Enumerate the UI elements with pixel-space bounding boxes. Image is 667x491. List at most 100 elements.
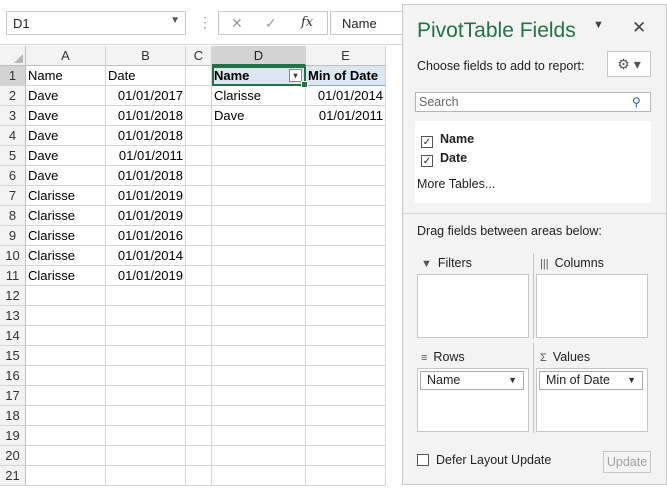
row-header-12[interactable]: 12	[0, 286, 26, 306]
cell-d4[interactable]	[212, 126, 306, 146]
row-header-11[interactable]: 11	[0, 266, 26, 286]
cell-b21[interactable]	[106, 466, 186, 486]
row-header-8[interactable]: 8	[0, 206, 26, 226]
cell-c14[interactable]	[186, 326, 212, 346]
name-box[interactable]: D1 ▼	[6, 11, 186, 35]
cancel-icon[interactable]: ✕	[231, 15, 243, 32]
search-icon[interactable]: ⚲	[632, 95, 641, 109]
cell-d3[interactable]: Dave	[212, 106, 306, 126]
cell-a12[interactable]	[26, 286, 106, 306]
insert-function-icon[interactable]: fx	[301, 15, 313, 30]
cell-e11[interactable]	[306, 266, 386, 286]
cell-e10[interactable]	[306, 246, 386, 266]
row-header-20[interactable]: 20	[0, 446, 26, 466]
cell-e9[interactable]	[306, 226, 386, 246]
cell-e6[interactable]	[306, 166, 386, 186]
field-item-name[interactable]: ✓ Name	[421, 132, 474, 148]
row-header-19[interactable]: 19	[0, 426, 26, 446]
field-checkbox[interactable]: ✓	[421, 155, 433, 167]
cell-d19[interactable]	[212, 426, 306, 446]
cell-e13[interactable]	[306, 306, 386, 326]
cell-b20[interactable]	[106, 446, 186, 466]
cell-d7[interactable]	[212, 186, 306, 206]
cell-c2[interactable]	[186, 86, 212, 106]
enter-icon[interactable]: ✓	[265, 15, 277, 32]
cell-d18[interactable]	[212, 406, 306, 426]
cell-b14[interactable]	[106, 326, 186, 346]
row-header-5[interactable]: 5	[0, 146, 26, 166]
cell-d11[interactable]	[212, 266, 306, 286]
row-header-2[interactable]: 2	[0, 86, 26, 106]
defer-layout-update[interactable]: Defer Layout Update	[417, 453, 551, 467]
defer-checkbox[interactable]	[417, 454, 429, 466]
cell-c7[interactable]	[186, 186, 212, 206]
row-header-15[interactable]: 15	[0, 346, 26, 366]
cell-c20[interactable]	[186, 446, 212, 466]
row-header-6[interactable]: 6	[0, 166, 26, 186]
cell-e2[interactable]: 01/01/2014	[306, 86, 386, 106]
cell-c11[interactable]	[186, 266, 212, 286]
cell-a2[interactable]: Dave	[26, 86, 106, 106]
cell-c9[interactable]	[186, 226, 212, 246]
cell-d12[interactable]	[212, 286, 306, 306]
cell-c12[interactable]	[186, 286, 212, 306]
cell-d6[interactable]	[212, 166, 306, 186]
cell-c15[interactable]	[186, 346, 212, 366]
cell-d14[interactable]	[212, 326, 306, 346]
cell-a5[interactable]: Dave	[26, 146, 106, 166]
pane-options-icon[interactable]: ▼	[593, 19, 604, 31]
cell-c10[interactable]	[186, 246, 212, 266]
cell-a20[interactable]	[26, 446, 106, 466]
column-header-c[interactable]: C	[186, 46, 212, 66]
row-header-18[interactable]: 18	[0, 406, 26, 426]
cell-c6[interactable]	[186, 166, 212, 186]
cell-a1[interactable]: Name	[26, 66, 106, 86]
cell-c17[interactable]	[186, 386, 212, 406]
cell-e12[interactable]	[306, 286, 386, 306]
cell-b7[interactable]: 01/01/2019	[106, 186, 186, 206]
cell-b19[interactable]	[106, 426, 186, 446]
chevron-down-icon[interactable]: ▼	[508, 375, 517, 385]
cell-a14[interactable]	[26, 326, 106, 346]
row-header-13[interactable]: 13	[0, 306, 26, 326]
column-header-b[interactable]: B	[106, 46, 186, 66]
cell-e20[interactable]	[306, 446, 386, 466]
cell-c1[interactable]	[186, 66, 212, 86]
formula-input[interactable]: Name	[330, 11, 410, 35]
cell-b13[interactable]	[106, 306, 186, 326]
column-header-e[interactable]: E	[306, 46, 386, 66]
values-field-pill[interactable]: Min of Date ▼	[539, 371, 643, 390]
row-header-10[interactable]: 10	[0, 246, 26, 266]
chevron-down-icon[interactable]: ▼	[170, 15, 180, 26]
cell-e18[interactable]	[306, 406, 386, 426]
select-all-corner[interactable]	[0, 46, 26, 66]
cell-a4[interactable]: Dave	[26, 126, 106, 146]
cell-e16[interactable]	[306, 366, 386, 386]
cell-e7[interactable]	[306, 186, 386, 206]
cell-a9[interactable]: Clarisse	[26, 226, 106, 246]
cell-c16[interactable]	[186, 366, 212, 386]
cell-a15[interactable]	[26, 346, 106, 366]
cell-d8[interactable]	[212, 206, 306, 226]
cell-c8[interactable]	[186, 206, 212, 226]
row-header-16[interactable]: 16	[0, 366, 26, 386]
row-header-4[interactable]: 4	[0, 126, 26, 146]
cell-b3[interactable]: 01/01/2018	[106, 106, 186, 126]
cell-a11[interactable]: Clarisse	[26, 266, 106, 286]
cell-b4[interactable]: 01/01/2018	[106, 126, 186, 146]
cell-b6[interactable]: 01/01/2018	[106, 166, 186, 186]
field-search-input[interactable]: Search	[415, 92, 651, 112]
cell-d20[interactable]	[212, 446, 306, 466]
cell-d10[interactable]	[212, 246, 306, 266]
field-checkbox[interactable]: ✓	[421, 136, 433, 148]
cell-b12[interactable]	[106, 286, 186, 306]
cell-e15[interactable]	[306, 346, 386, 366]
cell-b16[interactable]	[106, 366, 186, 386]
cell-d16[interactable]	[212, 366, 306, 386]
column-header-a[interactable]: A	[26, 46, 106, 66]
row-header-9[interactable]: 9	[0, 226, 26, 246]
cell-d15[interactable]	[212, 346, 306, 366]
cell-d17[interactable]	[212, 386, 306, 406]
cell-e8[interactable]	[306, 206, 386, 226]
cell-d5[interactable]	[212, 146, 306, 166]
